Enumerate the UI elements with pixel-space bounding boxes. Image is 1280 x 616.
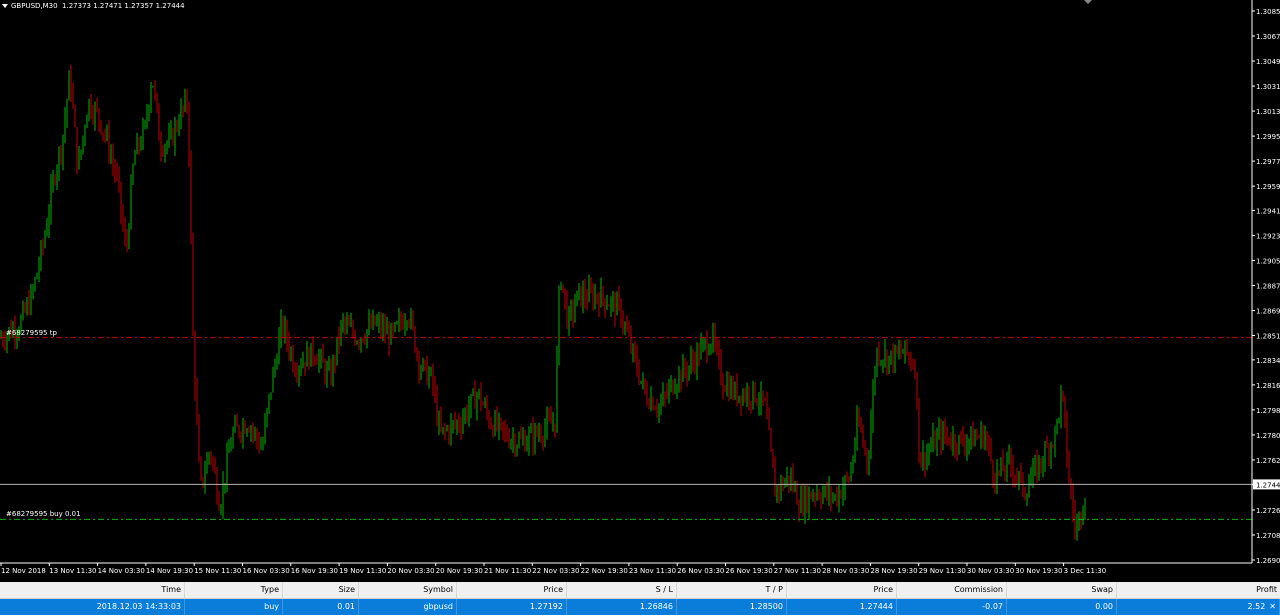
order-profit-value: 2.52 (1247, 602, 1266, 611)
time-axis-label: 3 Dec 11:30 (1064, 567, 1107, 575)
axes: 1.30850 1.30670 1.30490 1.30310 1.30130 1.299… (0, 0, 1280, 575)
take-profit-label: #68279595 tp (6, 328, 57, 337)
time-axis-label: 22 Nov 19:30 (581, 567, 628, 575)
time-axis-label: 30 Nov 19:30 (1015, 567, 1062, 575)
time-axis-label: 26 Nov 19:30 (726, 567, 773, 575)
entry-order-label: #68279595 buy 0.01 (6, 510, 81, 519)
chart-shift-marker-icon[interactable] (1084, 0, 1092, 4)
col-current-price-header[interactable]: Price (787, 582, 897, 598)
price-axis-label: 1.29415 (1256, 207, 1280, 215)
col-symbol-header[interactable]: Symbol (359, 582, 457, 598)
time-axis-label: 29 Nov 11:30 (919, 567, 966, 575)
time-axis-label: 27 Nov 11:30 (774, 567, 821, 575)
order-stop-loss[interactable]: 1.26846 (567, 599, 677, 615)
col-price-header[interactable]: Price (457, 582, 567, 598)
chart-timeframe: M30 (42, 2, 58, 10)
chart-window[interactable]: 1.30850 1.30670 1.30490 1.30310 1.30130 1.299… (0, 0, 1280, 580)
time-axis-label: 14 Nov 03:30 (98, 567, 145, 575)
order-time: 2018.12.03 14:33:03 (0, 599, 185, 615)
chart-symbol: GBPUSD (11, 2, 41, 10)
col-tp-header[interactable]: T / P (677, 582, 787, 598)
price-axis-label: 1.29950 (1256, 133, 1280, 141)
order-profit: 2.52 ✕ (1117, 599, 1280, 615)
col-commission-header[interactable]: Commission (897, 582, 1007, 598)
time-axis-label: 23 Nov 11:30 (629, 567, 676, 575)
ohlc-low: 1.27357 (124, 2, 154, 10)
order-take-profit[interactable]: 1.28500 (677, 599, 787, 615)
col-profit-header[interactable]: Profit (1117, 582, 1280, 598)
price-axis-label: 1.28340 (1256, 357, 1280, 365)
price-axis-label: 1.30850 (1256, 8, 1280, 16)
time-axis-label: 20 Nov 03:30 (387, 567, 434, 575)
col-time-header[interactable]: Time (0, 582, 185, 598)
price-axis-label: 1.27260 (1256, 507, 1280, 515)
time-axis-label: 16 Nov 19:30 (291, 567, 338, 575)
price-axis-label: 1.30310 (1256, 83, 1280, 91)
time-axis-label: 15 Nov 11:30 (194, 567, 241, 575)
candles (0, 64, 1086, 541)
price-axis-label: 1.29235 (1256, 232, 1280, 240)
time-axis-label: 16 Nov 03:30 (243, 567, 290, 575)
price-chart[interactable]: 1.30850 1.30670 1.30490 1.30310 1.30130 1.299… (0, 0, 1280, 580)
ohlc-open: 1.27373 (62, 2, 91, 10)
time-axis-label: 21 Nov 11:30 (484, 567, 531, 575)
time-axis-label: 28 Nov 03:30 (822, 567, 869, 575)
order-type: buy (185, 599, 283, 615)
price-axis-label: 1.29055 (1256, 257, 1280, 265)
time-axis-label: 14 Nov 19:30 (146, 567, 193, 575)
price-axis-label: 1.29590 (1256, 183, 1280, 191)
price-axis-label: 1.28695 (1256, 308, 1280, 316)
order-size: 0.01 (283, 599, 359, 615)
order-commission: -0.07 (897, 599, 1007, 615)
terminal-header-row: Time Type Size Symbol Price S / L T / P … (0, 582, 1280, 599)
price-axis-label: 1.28160 (1256, 382, 1280, 390)
time-axis-label: 30 Nov 03:30 (967, 567, 1014, 575)
price-axis-label: 1.30490 (1256, 58, 1280, 66)
chart-header: GBPUSD,M30 1.27373 1.27471 1.27357 1.274… (2, 2, 185, 10)
order-row[interactable]: 2018.12.03 14:33:03 buy 0.01 gbpusd 1.27… (0, 599, 1280, 615)
price-axis-label: 1.26900 (1256, 557, 1280, 565)
price-axis-label: 1.27080 (1256, 532, 1280, 540)
price-axis-label: 1.30130 (1256, 108, 1280, 116)
order-price: 1.27192 (457, 599, 567, 615)
price-axis-label: 1.27980 (1256, 407, 1280, 415)
price-axis-label: 1.30670 (1256, 33, 1280, 41)
price-axis-label: 1.29770 (1256, 158, 1280, 166)
time-axis-label: 28 Nov 19:30 (870, 567, 917, 575)
price-axis-label: 1.28875 (1256, 283, 1280, 291)
price-axis-label: 1.27620 (1256, 457, 1280, 465)
collapse-triangle-icon[interactable] (2, 4, 8, 8)
ohlc-close: 1.27444 (155, 2, 185, 10)
time-axis-label: 12 Nov 2018 (1, 567, 46, 575)
col-type-header[interactable]: Type (185, 582, 283, 598)
col-sl-header[interactable]: S / L (567, 582, 677, 598)
terminal-panel: Time Type Size Symbol Price S / L T / P … (0, 582, 1280, 616)
close-x-icon[interactable]: ✕ (1269, 599, 1276, 615)
time-axis-label: 26 Nov 03:30 (677, 567, 724, 575)
order-swap: 0.00 (1007, 599, 1117, 615)
order-current-price: 1.27444 (787, 599, 897, 615)
time-axis-label: 22 Nov 03:30 (532, 567, 579, 575)
col-swap-header[interactable]: Swap (1007, 582, 1117, 598)
ohlc-high: 1.27471 (93, 2, 123, 10)
current-price-label: 1.27444 (1256, 481, 1280, 489)
time-axis-label: 13 Nov 11:30 (49, 567, 96, 575)
order-symbol: gbpusd (359, 599, 457, 615)
time-axis-label: 19 Nov 11:30 (339, 567, 386, 575)
price-axis-label: 1.27800 (1256, 432, 1280, 440)
price-axis-label: 1.28515 (1256, 333, 1280, 341)
col-size-header[interactable]: Size (283, 582, 359, 598)
time-axis-label: 20 Nov 19:30 (436, 567, 483, 575)
